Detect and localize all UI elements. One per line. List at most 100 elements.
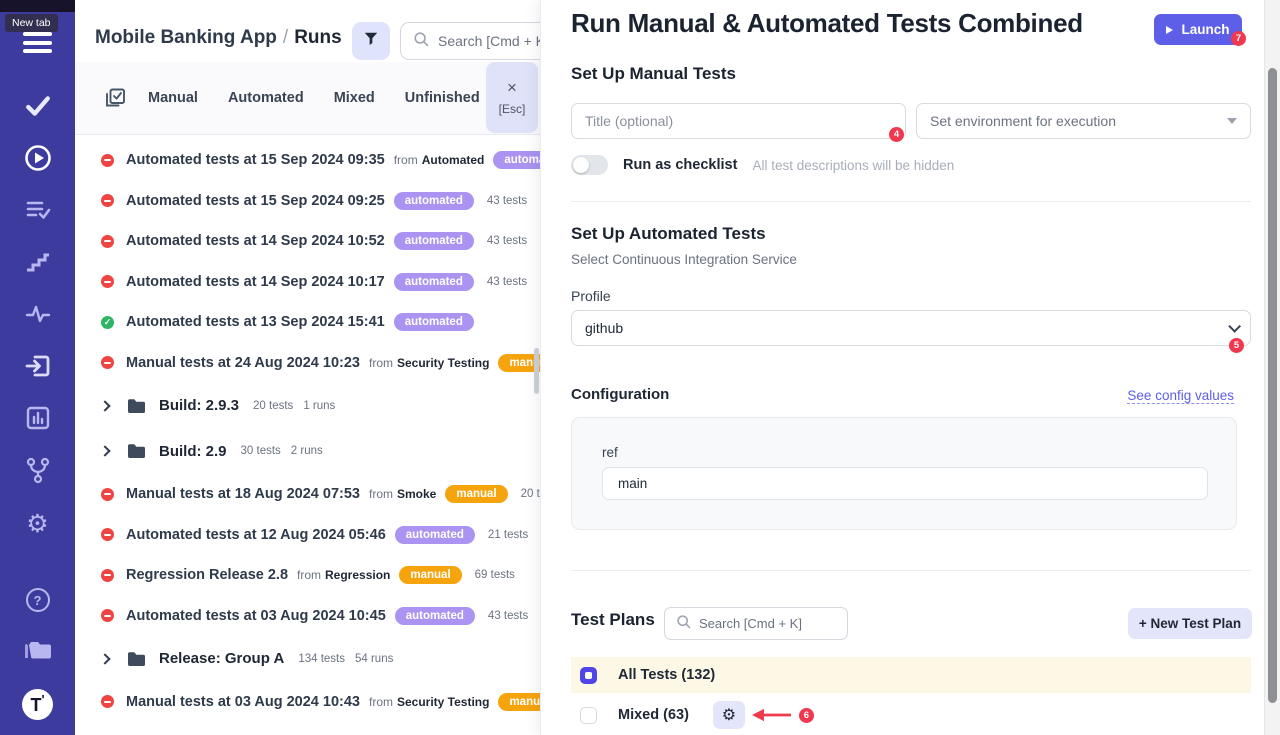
run-row[interactable]: Automated tests at 15 Sep 2024 09:25 aut…	[75, 181, 540, 222]
run-row[interactable]: Regression Release 2.8 from Regression m…	[75, 555, 540, 596]
run-status-icon	[101, 356, 114, 369]
run-status-icon	[101, 316, 114, 329]
test-plans-search[interactable]	[664, 607, 848, 640]
run-type-badge: manual	[445, 485, 507, 503]
profile-select[interactable]: github	[571, 310, 1251, 346]
gear-icon: ⚙	[26, 512, 48, 537]
chevron-right-icon[interactable]	[99, 400, 110, 411]
menu-icon[interactable]	[23, 32, 52, 58]
runs-search-input[interactable]	[438, 33, 540, 49]
sidebar-item-activity[interactable]	[0, 290, 75, 342]
sidebar-item-account[interactable]: T	[0, 678, 75, 730]
run-folder-row[interactable]: Build: 2.9.3 20 tests 1 runs	[75, 383, 540, 429]
run-folder-row[interactable]: Build: 2.9 30 tests 2 runs	[75, 429, 540, 475]
run-title[interactable]: Automated tests at 03 Aug 2024 10:45	[126, 608, 386, 624]
run-row[interactable]: Automated tests at 14 Sep 2024 10:52 aut…	[75, 221, 540, 262]
run-title[interactable]: Automated tests at 14 Sep 2024 10:17	[126, 274, 385, 290]
all-tests-checkbox[interactable]	[580, 667, 597, 684]
folder-icon	[127, 651, 146, 667]
environment-select[interactable]: Set environment for execution	[916, 103, 1251, 139]
close-panel-button[interactable]: × [Esc]	[486, 62, 538, 133]
git-branch-icon	[25, 456, 51, 489]
run-title[interactable]: Manual tests at 18 Aug 2024 07:53	[126, 486, 360, 502]
app-window: New tab	[0, 0, 1280, 735]
annotation-arrow-icon	[751, 707, 795, 723]
tab-manual[interactable]: Manual	[148, 90, 198, 106]
test-plan-row-all-tests[interactable]: All Tests (132)	[571, 657, 1251, 693]
run-row[interactable]: Automated tests at 15 Sep 2024 09:35 fro…	[75, 140, 540, 181]
steps-icon	[25, 250, 51, 279]
mixed-checkbox[interactable]	[580, 707, 597, 724]
run-from: from	[369, 695, 393, 709]
run-title[interactable]: Manual tests at 24 Aug 2024 10:23	[126, 355, 360, 371]
launch-notification-badge: 7	[1231, 31, 1246, 46]
folder-title[interactable]: Build: 2.9	[159, 443, 227, 460]
run-row[interactable]: Manual tests at 24 Aug 2024 10:23 from S…	[75, 343, 540, 384]
tab-automated[interactable]: Automated	[228, 90, 304, 106]
new-test-plan-button[interactable]: + New Test Plan	[1128, 608, 1252, 639]
test-plans-search-input[interactable]	[699, 616, 829, 631]
run-folder-row[interactable]: Release: Group A 134 tests 54 runs	[75, 636, 540, 682]
plan-settings-button[interactable]: ⚙	[713, 701, 745, 729]
ref-input[interactable]	[602, 467, 1208, 500]
window-scrollbar-track[interactable]	[1264, 0, 1280, 735]
run-title[interactable]: Automated tests at 13 Sep 2024 15:41	[126, 314, 385, 330]
run-row[interactable]: Automated tests at 14 Sep 2024 10:17 aut…	[75, 262, 540, 303]
sidebar-item-milestones[interactable]	[0, 238, 75, 290]
run-row[interactable]: Manual tests at 03 Aug 2024 10:43 from S…	[75, 682, 540, 723]
run-test-count: 20 tests	[521, 488, 540, 500]
chevron-right-icon[interactable]	[99, 653, 110, 664]
run-status-icon	[101, 194, 114, 207]
run-status-icon	[101, 569, 114, 582]
tab-unfinished[interactable]: Unfinished	[405, 90, 480, 106]
runs-list-scrollbar[interactable]	[534, 348, 539, 394]
run-type-badge: automated	[394, 192, 474, 210]
run-title-input[interactable]	[571, 103, 906, 139]
sidebar-item-settings[interactable]: ⚙	[0, 498, 75, 550]
sidebar-item-projects[interactable]	[0, 626, 75, 678]
folder-icon	[23, 637, 53, 668]
sidebar-item-runs[interactable]	[0, 82, 75, 134]
sidebar-item-test-plans[interactable]	[0, 186, 75, 238]
run-from-name: Security Testing	[397, 695, 489, 709]
sidebar-item-help[interactable]: ?	[0, 574, 75, 626]
breadcrumb-page: Runs	[294, 27, 342, 48]
runs-search[interactable]	[400, 22, 540, 60]
run-row[interactable]: Automated tests at 13 Sep 2024 15:41 aut…	[75, 302, 540, 343]
run-from-name: Regression	[325, 568, 390, 582]
mixed-notification-badge: 6	[799, 708, 814, 723]
sidebar-item-run-now[interactable]	[0, 134, 75, 186]
window-scrollbar-thumb[interactable]	[1268, 68, 1277, 703]
run-title[interactable]: Automated tests at 12 Aug 2024 05:46	[126, 527, 386, 543]
run-test-count: 21 tests	[488, 529, 528, 541]
run-title[interactable]: Regression Release 2.8	[126, 567, 288, 583]
run-title[interactable]: Manual tests at 03 Aug 2024 10:43	[126, 694, 360, 710]
run-as-checklist-toggle[interactable]	[571, 155, 608, 175]
run-title[interactable]: Automated tests at 14 Sep 2024 10:52	[126, 233, 385, 249]
test-plan-row-mixed[interactable]: Mixed (63) ⚙ 6	[571, 697, 1251, 733]
filter-button[interactable]	[352, 22, 390, 60]
ref-label: ref	[602, 445, 618, 460]
run-row[interactable]: Automated tests at 12 Aug 2024 05:46 aut…	[75, 515, 540, 556]
run-row[interactable]: Manual tests at 18 Aug 2024 07:53 from S…	[75, 474, 540, 515]
launch-button[interactable]: Launch	[1154, 14, 1242, 45]
folder-icon	[127, 398, 146, 414]
breadcrumb-project[interactable]: Mobile Banking App	[95, 27, 277, 48]
run-checkbox-icon[interactable]	[105, 88, 126, 109]
run-title[interactable]: Automated tests at 15 Sep 2024 09:25	[126, 193, 385, 209]
run-from-name: Automated	[422, 153, 485, 167]
folder-title[interactable]: Release: Group A	[159, 650, 284, 667]
run-row[interactable]: Automated tests at 03 Aug 2024 10:45 aut…	[75, 596, 540, 637]
search-icon	[413, 31, 429, 52]
folder-title[interactable]: Build: 2.9.3	[159, 397, 239, 414]
sidebar-item-branches[interactable]	[0, 446, 75, 498]
sidebar-item-import[interactable]	[0, 342, 75, 394]
caret-down-icon	[1227, 118, 1237, 124]
run-title[interactable]: Automated tests at 15 Sep 2024 09:35	[126, 152, 385, 168]
see-config-values-link[interactable]: See config values	[1127, 388, 1234, 404]
sidebar-item-reports[interactable]	[0, 394, 75, 446]
tab-mixed[interactable]: Mixed	[334, 90, 375, 106]
chevron-right-icon[interactable]	[99, 446, 110, 457]
folder-run-count: 54 runs	[355, 653, 393, 665]
folder-run-count: 2 runs	[291, 445, 323, 457]
